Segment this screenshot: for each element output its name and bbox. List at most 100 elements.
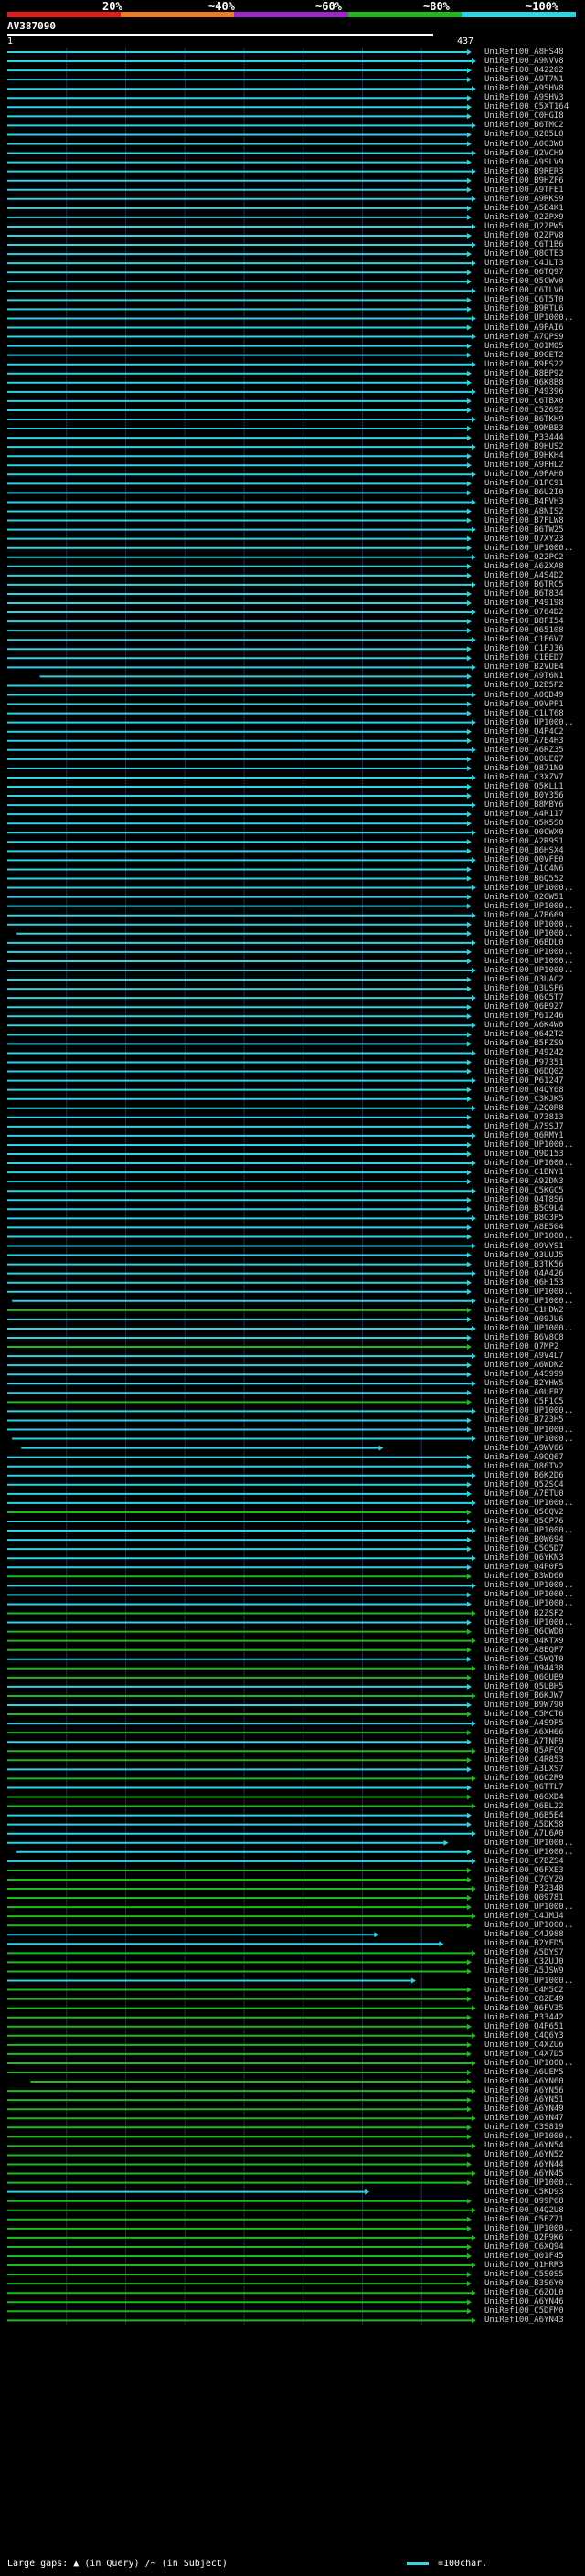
hit-label[interactable]: UniRef100_Q6CWD0 [484, 1627, 564, 1637]
hit-label[interactable]: UniRef100_Q5KLL1 [484, 783, 564, 791]
hit-label[interactable]: UniRef100_B9HKH4 [484, 452, 564, 461]
hit-label[interactable]: UniRef100_B3TK56 [484, 1260, 564, 1269]
hit-label[interactable]: UniRef100_B8MBY6 [484, 801, 564, 810]
hit-label[interactable]: UniRef100_B2YFD5 [484, 1940, 564, 1948]
hit-label[interactable]: UniRef100_A9PHL2 [484, 461, 564, 470]
hit-label[interactable]: UniRef100_C5DFM0 [484, 2307, 564, 2316]
hit-label[interactable]: UniRef100_Q2ZPW5 [484, 222, 564, 231]
hit-label[interactable]: UniRef100_C8ZE49 [484, 1995, 564, 2004]
hit-label[interactable]: UniRef100_A5JSW9 [484, 1967, 564, 1976]
hit-label[interactable]: UniRef100_Q99P68 [484, 2197, 564, 2206]
hit-label[interactable]: UniRef100_C4M5C2 [484, 1986, 564, 1995]
hit-label[interactable]: UniRef100_Q4A426 [484, 1269, 564, 1278]
hit-label[interactable]: UniRef100_A8EQP7 [484, 1646, 564, 1655]
hit-label[interactable]: UniRef100_Q6BDL0 [484, 938, 564, 948]
hit-label[interactable]: UniRef100_C3ZUJ0 [484, 1958, 564, 1966]
hit-label[interactable]: UniRef100_C4R853 [484, 1756, 564, 1765]
hit-label[interactable]: UniRef100_B6KJW7 [484, 1691, 564, 1701]
hit-label[interactable]: UniRef100_UP1000.. [484, 1903, 574, 1912]
hit-label[interactable]: UniRef100_B9RTL6 [484, 305, 564, 313]
hit-label[interactable]: UniRef100_Q9MBB3 [484, 425, 564, 433]
hit-label[interactable]: UniRef100_Q6FXE3 [484, 1866, 564, 1875]
hit-label[interactable]: UniRef100_A9WV66 [484, 1444, 564, 1453]
hit-label[interactable]: UniRef100_Q5CP76 [484, 1518, 564, 1526]
hit-label[interactable]: UniRef100_A6YN43 [484, 2316, 564, 2325]
hit-label[interactable]: UniRef100_Q6DQ02 [484, 1067, 564, 1076]
hit-label[interactable]: UniRef100_P97351 [484, 1058, 564, 1067]
hit-label[interactable]: UniRef100_A9PAI6 [484, 323, 564, 333]
hit-label[interactable]: UniRef100_UP1000.. [484, 1233, 574, 1241]
hit-label[interactable]: UniRef100_UP1000.. [484, 718, 574, 727]
hit-label[interactable]: UniRef100_Q4P651 [484, 2022, 564, 2031]
hit-label[interactable]: UniRef100_Q42262 [484, 67, 564, 75]
hit-label[interactable]: UniRef100_A0UFR7 [484, 1389, 564, 1397]
hit-label[interactable]: UniRef100_Q5CWV0 [484, 278, 564, 286]
hit-label[interactable]: UniRef100_A8NIS2 [484, 507, 564, 516]
hit-label[interactable]: UniRef100_Q6GUB9 [484, 1673, 564, 1682]
hit-label[interactable]: UniRef100_UP1000.. [484, 1160, 574, 1168]
hit-label[interactable]: UniRef100_A2R9S1 [484, 838, 564, 846]
hit-label[interactable]: UniRef100_Q642T2 [484, 1031, 564, 1039]
hit-label[interactable]: UniRef100_Q22PC2 [484, 553, 564, 562]
hit-label[interactable]: UniRef100_Q2ZPV8 [484, 232, 564, 240]
hit-label[interactable]: UniRef100_UP1000.. [484, 1582, 574, 1590]
hit-label[interactable]: UniRef100_B4FVH3 [484, 498, 564, 506]
hit-label[interactable]: UniRef100_Q5ZSC4 [484, 1480, 564, 1489]
hit-label[interactable]: UniRef100_A7SSJ7 [484, 1122, 564, 1131]
hit-label[interactable]: UniRef100_A7ETU0 [484, 1489, 564, 1499]
hit-label[interactable]: UniRef100_UP1000.. [484, 2133, 574, 2141]
hit-label[interactable]: UniRef100_A4S9P5 [484, 1720, 564, 1728]
hit-label[interactable]: UniRef100_A8E504 [484, 1224, 564, 1232]
hit-label[interactable]: UniRef100_UP1000.. [484, 1288, 574, 1297]
hit-label[interactable]: UniRef100_UP1000.. [484, 1848, 574, 1857]
hit-label[interactable]: UniRef100_A6WDN2 [484, 1362, 564, 1370]
hit-label[interactable]: UniRef100_Q4T8S6 [484, 1196, 564, 1204]
hit-label[interactable]: UniRef100_B5FZS9 [484, 1040, 564, 1048]
hit-label[interactable]: UniRef100_Q5CQV2 [484, 1508, 564, 1517]
hit-label[interactable]: UniRef100_A7B669 [484, 911, 564, 920]
hit-label[interactable]: UniRef100_P61246 [484, 1012, 564, 1021]
hit-label[interactable]: UniRef100_C1EED7 [484, 654, 564, 663]
hit-label[interactable]: UniRef100_Q6B9Z7 [484, 1003, 564, 1012]
hit-label[interactable]: UniRef100_C3S819 [484, 2124, 564, 2132]
hit-label[interactable]: UniRef100_Q73813 [484, 1113, 564, 1122]
hit-label[interactable]: UniRef100_Q2VCH9 [484, 149, 564, 158]
hit-label[interactable]: UniRef100_B6TW25 [484, 525, 564, 535]
hit-label[interactable]: UniRef100_B6V8C8 [484, 1334, 564, 1342]
hit-label[interactable]: UniRef100_Q3UUJ5 [484, 1251, 564, 1260]
hit-label[interactable]: UniRef100_C6T5T0 [484, 296, 564, 304]
hit-label[interactable]: UniRef100_B8G3P5 [484, 1214, 564, 1223]
hit-label[interactable]: UniRef100_B9FS22 [484, 360, 564, 369]
hit-label[interactable]: UniRef100_B2YHW5 [484, 1380, 564, 1388]
hit-label[interactable]: UniRef100_UP1000.. [484, 1600, 574, 1608]
hit-label[interactable]: UniRef100_C1E6V7 [484, 636, 564, 644]
hit-label[interactable]: UniRef100_C5EZ71 [484, 2215, 564, 2224]
hit-label[interactable]: UniRef100_UP1000.. [484, 920, 574, 929]
hit-label[interactable]: UniRef100_UP1000.. [484, 1527, 574, 1535]
hit-label[interactable]: UniRef100_C1FJ36 [484, 645, 564, 653]
hit-label[interactable]: UniRef100_Q6K8B8 [484, 378, 564, 387]
hit-label[interactable]: UniRef100_Q01M05 [484, 342, 564, 351]
hit-label[interactable]: UniRef100_UP1000.. [484, 1618, 574, 1627]
hit-label[interactable]: UniRef100_Q4QY68 [484, 1086, 564, 1095]
hit-label[interactable]: UniRef100_C4X7D5 [484, 2050, 564, 2059]
hit-label[interactable]: UniRef100_UP1000.. [484, 967, 574, 975]
hit-label[interactable]: UniRef100_C5G5D7 [484, 1545, 564, 1553]
hit-label[interactable]: UniRef100_A6YN54 [484, 2142, 564, 2150]
hit-label[interactable]: UniRef100_A9TFE1 [484, 186, 564, 195]
hit-label[interactable]: UniRef100_Q0UEQ7 [484, 755, 564, 764]
hit-label[interactable]: UniRef100_Q7XY23 [484, 535, 564, 544]
hit-label[interactable]: UniRef100_B6TKH9 [484, 416, 564, 424]
hit-label[interactable]: UniRef100_Q01F45 [484, 2253, 564, 2261]
hit-label[interactable]: UniRef100_B9W790 [484, 1701, 564, 1710]
hit-label[interactable]: UniRef100_C5MCT6 [484, 1711, 564, 1719]
hit-label[interactable]: UniRef100_P49396 [484, 387, 564, 397]
hit-label[interactable]: UniRef100_UP1000.. [484, 884, 574, 893]
hit-label[interactable]: UniRef100_C7BZS4 [484, 1857, 564, 1866]
hit-label[interactable]: UniRef100_A9T7N1 [484, 76, 564, 84]
hit-label[interactable]: UniRef100_B0Y356 [484, 792, 564, 800]
hit-label[interactable]: UniRef100_Q6TQ97 [484, 269, 564, 277]
hit-label[interactable]: UniRef100_A6YN49 [484, 2105, 564, 2114]
hit-label[interactable]: UniRef100_Q2GW51 [484, 893, 564, 902]
hit-label[interactable]: UniRef100_A9SLV9 [484, 158, 564, 167]
